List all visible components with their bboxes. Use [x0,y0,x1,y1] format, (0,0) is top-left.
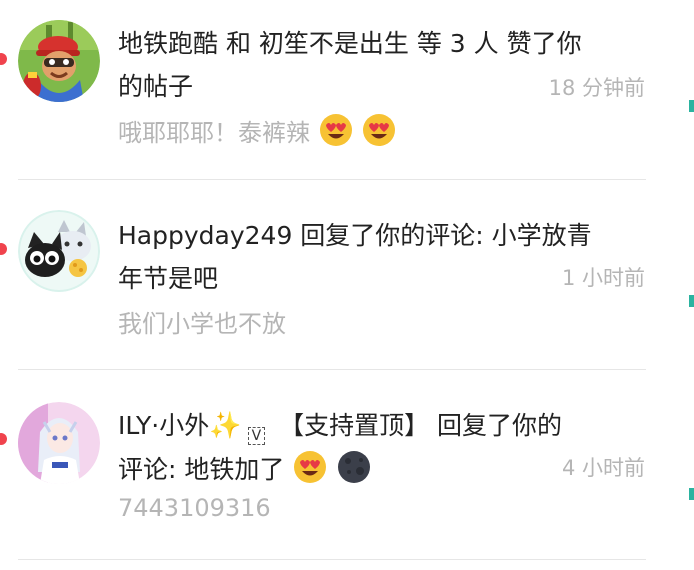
heart-eyes-emoji [293,450,327,484]
sparkle-icon: ✨ [209,411,242,441]
notification-item[interactable]: Happyday249 回复了你的评论: 小学放青 年节是吧 1 小时前 我们小… [0,180,694,370]
verified-badge: V [247,427,266,445]
notification-action: 【支持置顶】 回复了你的 [279,411,563,440]
notification-message: Happyday249 回复了你的评论: 小学放青 [118,221,592,250]
notification-message: 地铁跑酷 和 初笙不是出生 等 3 人 赞了你 [118,29,582,58]
timestamp: 1 小时前 [561,266,645,290]
anime-girl-avatar[interactable] [18,402,100,484]
heart-eyes-emoji [319,113,353,147]
notification-subtext: 7443109316 [118,494,271,522]
notification-item[interactable]: 地铁跑酷 和 初笙不是出生 等 3 人 赞了你 的帖子 18 分钟前 哦耶耶耶！… [0,0,694,180]
notification-message-cont: 评论: 地铁加了 [118,448,638,491]
new-moon-face-emoji [337,450,371,484]
edge-accent [689,488,694,500]
notification-subtext: 我们小学也不放 [118,310,286,338]
unread-dot [0,243,7,255]
subtext-content: 哦耶耶耶！泰裤辣 [118,119,310,147]
edge-accent [689,295,694,307]
notification-list: 地铁跑酷 和 初笙不是出生 等 3 人 赞了你 的帖子 18 分钟前 哦耶耶耶！… [0,0,694,570]
heart-eyes-emoji [362,113,396,147]
unread-dot [0,433,7,445]
timestamp: 18 分钟前 [548,76,645,100]
divider [18,559,646,560]
notification-item[interactable]: ILY·小外✨ V 【支持置顶】 回复了你的 评论: 地铁加了 4 小时前 74… [0,370,694,560]
edge-accent [689,100,694,112]
unread-dot [0,53,7,65]
subway-surfer-avatar[interactable] [18,20,100,102]
user-name[interactable]: ILY·小外 [118,411,209,440]
notification-subtext: 哦耶耶耶！泰裤辣 [118,113,397,148]
notification-message: ILY·小外✨ V 【支持置顶】 回复了你的 [118,404,638,448]
notification-message-cont: 年节是吧 [118,264,219,293]
timestamp: 4 小时前 [561,456,645,480]
comment-preview: 评论: 地铁加了 [118,455,285,484]
cartoon-cats-avatar[interactable] [18,210,100,292]
